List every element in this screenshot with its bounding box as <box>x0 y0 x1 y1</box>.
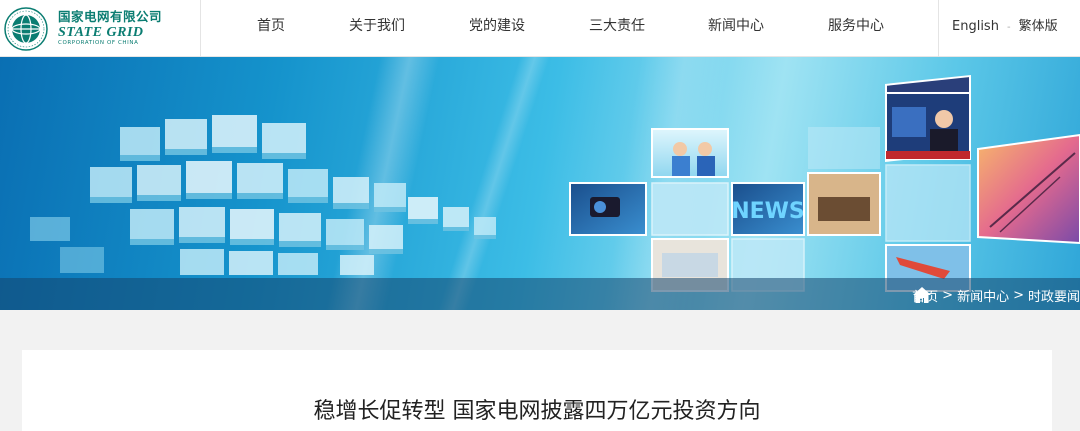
breadcrumb-separator: > <box>942 287 954 303</box>
map-blocks <box>30 115 496 275</box>
site-header: 国家电网有限公司 STATE GRID CORPORATION OF CHINA… <box>0 0 1080 57</box>
breadcrumb: 首页 > 新闻中心 > 时政要闻 <box>912 286 1080 305</box>
nav-item-about[interactable]: 关于我们 <box>349 15 405 35</box>
nav-item-home[interactable]: 首页 <box>257 15 285 35</box>
breadcrumb-separator: > <box>1013 287 1024 303</box>
logo-divider <box>200 0 201 57</box>
globe-emblem-icon <box>4 6 48 51</box>
nav-divider <box>938 0 939 57</box>
breadcrumb-item-news[interactable]: 新闻中心 <box>957 286 1009 305</box>
logo-sub-en: CORPORATION OF CHINA <box>58 39 139 46</box>
banner-artwork: NEWS <box>30 57 1080 310</box>
article-card: 稳增长促转型 国家电网披露四万亿元投资方向 <box>22 350 1052 431</box>
breadcrumb-item-current[interactable]: 时政要闻 <box>1028 286 1080 305</box>
main-nav: 首页 关于我们 党的建设 三大责任 新闻中心 服务中心 <box>212 0 932 57</box>
logo-name-en: STATE GRID <box>58 24 144 40</box>
nav-item-responsibility[interactable]: 三大责任 <box>589 15 645 35</box>
lang-traditional-link[interactable]: 繁体版 <box>1019 19 1058 34</box>
state-grid-logo[interactable]: 国家电网有限公司 STATE GRID CORPORATION OF CHINA <box>4 2 200 55</box>
logo-name-cn: 国家电网有限公司 <box>58 9 163 24</box>
nav-item-news[interactable]: 新闻中心 <box>708 15 764 35</box>
lang-separator: - <box>1006 22 1011 33</box>
lang-english-link[interactable]: English <box>952 19 999 34</box>
article-title: 稳增长促转型 国家电网披露四万亿元投资方向 <box>313 399 761 424</box>
nav-item-service[interactable]: 服务中心 <box>828 15 884 35</box>
language-switch: English - 繁体版 <box>952 15 1058 34</box>
news-tile-word: NEWS <box>731 199 805 224</box>
nav-item-party[interactable]: 党的建设 <box>469 15 525 35</box>
hero-banner: NEWS 首页 > 新闻中心 > 时政要闻 <box>0 57 1080 310</box>
home-icon[interactable] <box>912 286 932 304</box>
